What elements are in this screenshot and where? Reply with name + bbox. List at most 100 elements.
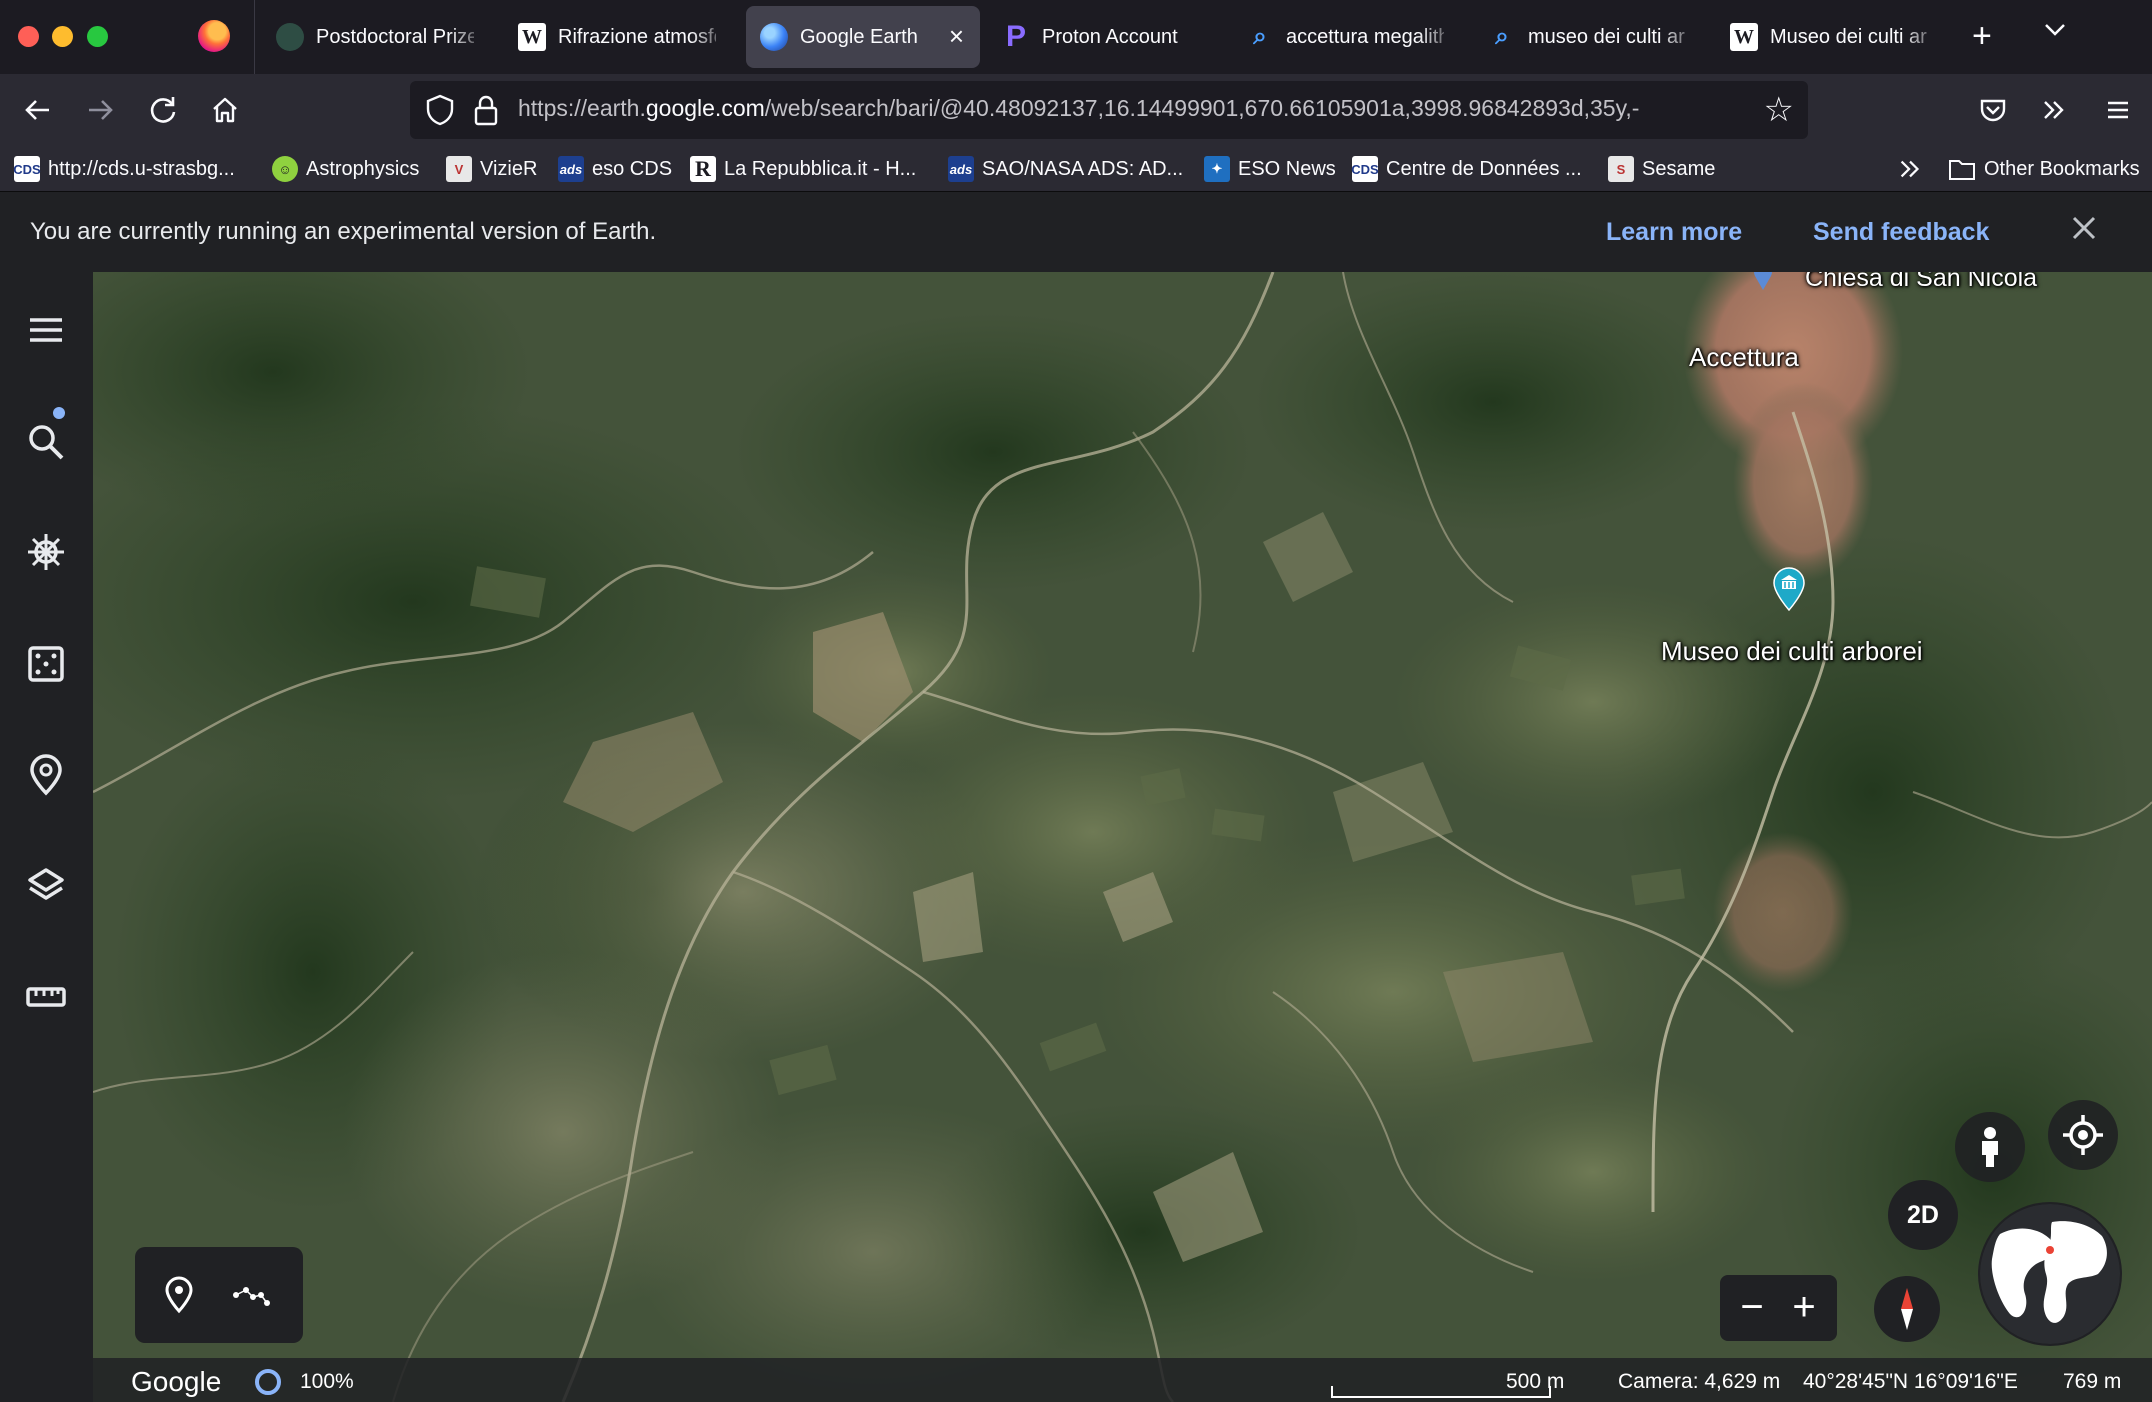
list-tabs-chevron-icon[interactable] [2040, 14, 2070, 54]
tab-rifrazione[interactable]: W Rifrazione atmosfe [504, 6, 730, 68]
wikipedia-w-icon: W [518, 23, 546, 51]
place-label-town[interactable]: Accettura [1689, 342, 1799, 373]
satellite-imagery[interactable] [93, 272, 2152, 1402]
back-arrow-icon[interactable] [20, 92, 56, 128]
app-menu-hamburger-icon[interactable] [2100, 92, 2136, 128]
other-bookmarks-folder[interactable]: Other Bookmarks [1948, 154, 2140, 184]
learn-more-link[interactable]: Learn more [1606, 218, 1742, 247]
bookmark-star-icon[interactable]: ☆ [1764, 91, 1794, 129]
vizier-icon: V [446, 156, 472, 182]
bookmark-sesame[interactable]: S Sesame [1608, 154, 1715, 184]
zoom-out-button[interactable]: − [1730, 1285, 1774, 1329]
tile-loading-ring-icon [255, 1369, 281, 1395]
wikipedia-w-icon: W [1730, 23, 1758, 51]
close-banner-icon[interactable] [2068, 212, 2100, 250]
forward-arrow-icon[interactable] [82, 92, 118, 128]
bookmark-label: eso CDS [592, 157, 673, 180]
bookmark-label: Sesame [1642, 157, 1716, 180]
new-tab-plus-icon[interactable]: + [1972, 16, 1992, 56]
museum-pin-icon[interactable] [1771, 566, 1807, 612]
close-tab-icon[interactable]: × [949, 23, 964, 49]
search-icon: ⌕ [1253, 23, 1267, 50]
bookmark-vizier[interactable]: V VizieR [446, 154, 537, 184]
zoom-controls: − + [1720, 1275, 1837, 1341]
pocket-icon[interactable] [1975, 92, 2011, 128]
cds-icon: CDS [1351, 156, 1379, 182]
earth-side-rail [0, 272, 93, 1402]
cursor-coordinates: 40°28'45"N 16°09'16"E [1803, 1370, 2018, 1393]
place-label-museum[interactable]: Museo dei culti arborei [1661, 636, 1923, 667]
ads-icon: ads [948, 156, 974, 182]
search-notification-dot [53, 407, 65, 419]
globe-overview-icon[interactable] [1980, 1204, 2120, 1344]
proton-icon: P [1005, 20, 1026, 53]
ground-elevation: 769 m [2063, 1370, 2122, 1393]
cds-icon: CDS [13, 156, 41, 182]
lock-icon[interactable] [472, 93, 500, 127]
bookmarks-overflow-icon[interactable] [1896, 154, 1924, 184]
bookmark-label: http://cds.u-strasbg... [48, 157, 235, 180]
bookmark-label: SAO/NASA ADS: AD... [982, 157, 1184, 180]
bookmark-eso-news[interactable]: ✦ ESO News [1204, 154, 1336, 184]
reload-icon[interactable] [145, 92, 181, 128]
compass-icon[interactable] [1874, 1276, 1940, 1342]
map-style-layers-icon[interactable] [24, 864, 68, 908]
map-status-bar: Google 100% 500 m Camera: 4,629 m 40°28'… [93, 1358, 2152, 1402]
search-icon: ⌕ [1495, 23, 1509, 50]
voyager-helm-icon[interactable] [24, 530, 68, 574]
street-view-pegman-icon[interactable] [1955, 1112, 2025, 1182]
bookmark-label: VizieR [480, 157, 538, 180]
search-icon[interactable] [24, 420, 68, 464]
close-window-button[interactable] [18, 26, 39, 47]
church-pin-icon[interactable] [1751, 272, 1775, 292]
measure-ruler-icon[interactable] [24, 975, 68, 1019]
ads-icon: ads [558, 156, 584, 182]
bookmark-ads[interactable]: ads SAO/NASA ADS: AD... [948, 154, 1183, 184]
tab-museo-search[interactable]: ⌕ museo dei culti ar [1474, 6, 1700, 68]
projects-pin-icon[interactable] [24, 753, 68, 797]
send-feedback-link[interactable]: Send feedback [1813, 218, 1989, 247]
main-menu-hamburger-icon[interactable] [24, 308, 68, 352]
bookmark-astrophysics[interactable]: ☺ Astrophysics [272, 154, 419, 184]
url-bar[interactable]: https://earth.google.com/web/search/bari… [410, 81, 1808, 139]
navigation-toolbar: https://earth.google.com/web/search/bari… [0, 74, 2152, 146]
tracking-shield-icon[interactable] [424, 93, 456, 127]
bookmark-label: Other Bookmarks [1984, 157, 2140, 180]
sesame-icon: S [1608, 156, 1634, 182]
minimize-window-button[interactable] [52, 26, 73, 47]
home-icon[interactable] [207, 92, 243, 128]
dark-globe-icon [276, 23, 304, 51]
add-placemark-pin-icon[interactable] [159, 1275, 199, 1315]
bookmark-centre-donnees[interactable]: CDS Centre de Données ... [1351, 154, 1582, 184]
2d-3d-toggle-button[interactable]: 2D [1888, 1180, 1958, 1250]
tab-google-earth[interactable]: Google Earth × [746, 6, 980, 68]
google-logo: Google [131, 1366, 222, 1397]
bookmark-label: La Repubblica.it - H... [724, 157, 917, 180]
bookmark-eso-cds[interactable]: ads eso CDS [558, 154, 672, 184]
tab-accettura-search[interactable]: ⌕ accettura megalith [1232, 6, 1458, 68]
tile-loading-percent: 100% [300, 1370, 354, 1393]
my-location-icon[interactable] [2048, 1100, 2118, 1170]
extensions-overflow-icon[interactable] [2036, 92, 2072, 128]
bookmark-repubblica[interactable]: R La Repubblica.it - H... [690, 154, 916, 184]
bookmark-cds[interactable]: CDS http://cds.u-strasbg... [13, 154, 235, 184]
tab-proton[interactable]: P Proton Account [988, 6, 1214, 68]
eso-icon: ✦ [1204, 156, 1230, 182]
place-label-church[interactable]: Chiesa di San Nicola [1805, 272, 2037, 293]
bookmarks-toolbar: CDS http://cds.u-strasbg... ☺ Astrophysi… [0, 146, 2152, 192]
zoom-window-button[interactable] [87, 26, 108, 47]
tab-divider [254, 0, 255, 74]
tab-title: Google Earth [800, 25, 918, 48]
tab-museo-wiki[interactable]: W Museo dei culti ar [1716, 6, 1942, 68]
tab-strip: Postdoctoral Prize W Rifrazione atmosfe … [0, 0, 2152, 74]
folder-icon [1949, 160, 1975, 180]
zoom-in-button[interactable]: + [1782, 1285, 1826, 1329]
tab-postdoctoral[interactable]: Postdoctoral Prize [262, 6, 488, 68]
feeling-lucky-dice-icon[interactable] [24, 642, 68, 686]
bookmark-label: Centre de Données ... [1386, 157, 1582, 180]
repubblica-icon: R [690, 156, 716, 182]
firefox-view-icon[interactable] [198, 20, 230, 52]
draw-path-icon[interactable] [231, 1275, 271, 1315]
satellite-map-canvas[interactable]: Chiesa di San Nicola Accettura Museo dei… [93, 272, 2152, 1402]
url-text[interactable]: https://earth.google.com/web/search/bari… [518, 95, 1744, 122]
